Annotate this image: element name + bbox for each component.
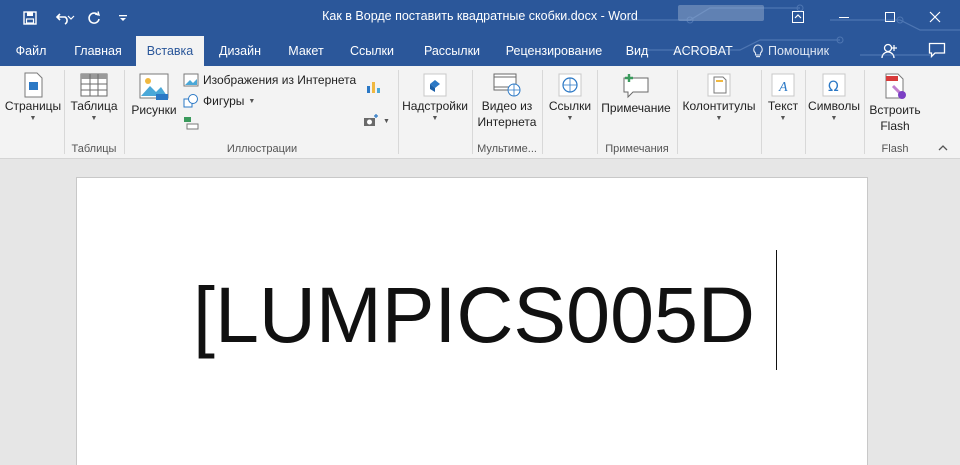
tab-acrobat[interactable]: ACROBAT	[664, 36, 742, 66]
tab-home[interactable]: Главная	[64, 36, 132, 66]
group-separator	[761, 70, 762, 154]
embed-flash-label-1: Встроить	[869, 103, 921, 117]
header-footer-label: Колонтитулы	[682, 99, 756, 113]
pages-icon	[24, 72, 43, 98]
chevron-down-icon: ▼	[566, 115, 574, 122]
symbols-button[interactable]: Ω Символы ▼	[806, 72, 862, 124]
pages-label: Страницы	[4, 99, 62, 113]
text-button[interactable]: A Текст ▼	[763, 72, 803, 124]
group-separator	[472, 70, 473, 154]
links-label: Ссылки	[548, 99, 592, 113]
links-button[interactable]: Ссылки ▼	[544, 72, 596, 124]
close-button[interactable]	[912, 0, 958, 33]
flash-icon	[885, 73, 906, 99]
group-label-comments: Примечания	[605, 143, 669, 155]
chevron-down-icon: ▼	[431, 115, 439, 122]
symbols-label: Символы	[808, 99, 860, 113]
chevron-down-icon: ▼	[779, 115, 787, 122]
new-comment-button[interactable]: Примечание	[598, 72, 674, 116]
group-separator	[398, 70, 399, 154]
pictures-button[interactable]: Рисунки	[126, 72, 182, 118]
group-separator	[542, 70, 543, 154]
tab-layout[interactable]: Макет	[278, 36, 334, 66]
text-label: Текст	[767, 99, 799, 113]
tab-review[interactable]: Рецензирование	[498, 36, 610, 66]
chevron-down-icon: ▼	[90, 115, 98, 122]
chevron-down-icon: ▼	[29, 115, 37, 122]
group-separator	[64, 70, 65, 154]
comments-icon[interactable]	[928, 42, 946, 63]
chevron-down-icon: ▼	[830, 115, 838, 122]
chevron-down-icon: ▼	[715, 115, 723, 122]
user-name-blurred	[678, 5, 764, 21]
smartart-button[interactable]	[183, 116, 199, 130]
header-footer-icon	[707, 73, 731, 97]
comment-icon	[623, 74, 649, 99]
online-video-button[interactable]: Видео из Интернета	[474, 72, 540, 130]
screenshot-icon	[364, 114, 378, 126]
text-cursor	[776, 250, 777, 370]
tell-me-label: Помощник	[768, 44, 830, 58]
addins-button[interactable]: Надстройки ▼	[400, 72, 470, 124]
chart-button[interactable]	[365, 80, 381, 94]
chevron-down-icon: ▼	[383, 117, 390, 125]
online-video-label-1: Видео из	[481, 99, 533, 113]
document-text[interactable]: [LUMPICS005D	[193, 270, 755, 360]
tell-me-box[interactable]: Помощник	[752, 36, 829, 66]
group-label-tables: Таблицы	[71, 143, 117, 155]
table-button[interactable]: Таблица ▼	[66, 72, 122, 124]
online-video-label-2: Интернета	[477, 115, 537, 129]
embed-flash-label-2: Flash	[880, 119, 910, 133]
chart-icon	[367, 82, 380, 93]
svg-text:A: A	[778, 80, 788, 95]
ribbon-tabs: Файл Главная Вставка Дизайн Макет Ссылки…	[0, 36, 960, 66]
online-pictures-button[interactable]: Изображения из Интернета	[183, 73, 356, 87]
shapes-label: Фигуры	[203, 94, 245, 108]
screenshot-button[interactable]: ▼	[363, 114, 390, 128]
share-user-icon[interactable]	[880, 42, 898, 65]
pictures-label: Рисунки	[131, 103, 177, 117]
group-separator	[124, 70, 125, 154]
shapes-button[interactable]: Фигуры ▼	[183, 94, 255, 108]
lightbulb-icon	[753, 44, 763, 58]
online-pictures-label: Изображения из Интернета	[203, 73, 357, 87]
table-icon	[80, 73, 108, 97]
tab-view[interactable]: Вид	[616, 36, 658, 66]
collapse-ribbon-icon[interactable]	[938, 144, 948, 155]
smartart-icon	[184, 117, 199, 130]
header-footer-button[interactable]: Колонтитулы ▼	[679, 72, 759, 124]
tab-design[interactable]: Дизайн	[208, 36, 272, 66]
pictures-icon	[139, 73, 169, 100]
tab-references[interactable]: Ссылки	[340, 36, 404, 66]
store-icon	[423, 73, 447, 97]
group-separator	[677, 70, 678, 154]
table-label: Таблица	[70, 99, 118, 113]
text-box-icon: A	[771, 73, 795, 97]
maximize-button[interactable]	[867, 0, 913, 33]
tab-insert[interactable]: Вставка	[136, 36, 204, 66]
ribbon-insert: Страницы ▼ Таблица ▼ Таблицы Рисунки Изо…	[0, 66, 960, 159]
ribbon-display-options-icon[interactable]	[775, 0, 821, 33]
tab-mailings[interactable]: Рассылки	[414, 36, 490, 66]
online-pictures-icon	[183, 73, 199, 87]
addins-label: Надстройки	[402, 99, 468, 113]
group-separator	[864, 70, 865, 154]
comment-label: Примечание	[601, 101, 671, 115]
document-page[interactable]: [LUMPICS005D	[76, 177, 868, 465]
pages-button[interactable]: Страницы ▼	[2, 72, 64, 124]
chevron-down-icon: ▼	[248, 97, 256, 105]
svg-text:Ω: Ω	[828, 79, 839, 95]
group-label-flash: Flash	[881, 143, 909, 155]
omega-icon: Ω	[822, 73, 846, 97]
tab-file[interactable]: Файл	[4, 36, 58, 66]
embed-flash-button[interactable]: Встроить Flash	[866, 72, 924, 134]
shapes-icon	[183, 94, 198, 108]
online-video-icon	[493, 73, 521, 97]
document-canvas: [LUMPICS005D	[0, 160, 960, 465]
title-bar: Как в Ворде поставить квадратные скобки.…	[0, 0, 960, 36]
group-label-illustrations: Иллюстрации	[226, 143, 298, 155]
link-icon	[558, 73, 582, 97]
group-label-media: Мультиме...	[477, 143, 537, 155]
minimize-button[interactable]	[821, 0, 867, 33]
